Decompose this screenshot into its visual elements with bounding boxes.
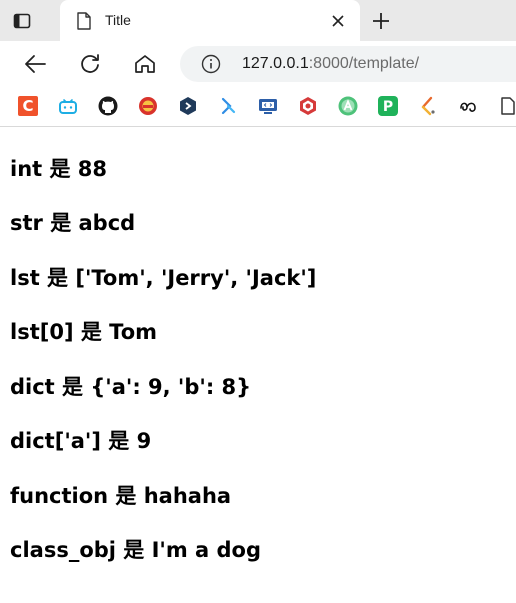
reload-button[interactable] xyxy=(77,51,103,77)
tab-active[interactable]: Title xyxy=(60,0,360,41)
back-button[interactable] xyxy=(22,51,48,77)
bookmark-shield-badge[interactable] xyxy=(137,95,159,117)
bookmark-blue-arrows[interactable] xyxy=(217,95,239,117)
address-bar[interactable]: 127.0.0.1:8000/template/ xyxy=(180,46,516,82)
tab-actions-button[interactable] xyxy=(8,9,36,33)
close-icon xyxy=(332,15,344,27)
browser-toolbar: 127.0.0.1:8000/template/ xyxy=(0,41,516,87)
lst-line: lst 是 ['Tom', 'Jerry', 'Jack'] xyxy=(10,266,317,290)
plus-icon xyxy=(373,13,389,29)
csdn-icon: C xyxy=(18,96,38,116)
reload-icon xyxy=(81,54,99,73)
tab-title: Title xyxy=(105,12,131,28)
tab-actions-icon xyxy=(13,13,31,29)
class-obj-line: class_obj 是 I'm a dog xyxy=(10,538,262,562)
page-icon xyxy=(501,97,515,115)
int-line: int 是 88 xyxy=(10,157,108,181)
home-icon xyxy=(135,55,155,73)
shield-badge-icon xyxy=(139,97,157,115)
script-symbol-icon xyxy=(460,102,476,112)
slash-colored-icon xyxy=(421,96,435,116)
github-icon xyxy=(98,96,118,116)
monitor-code-icon xyxy=(259,99,277,114)
bookmark-bilibili[interactable] xyxy=(57,95,79,117)
green-p-icon: P xyxy=(378,96,398,116)
url-text[interactable]: 127.0.0.1:8000/template/ xyxy=(242,55,419,73)
svg-text:P: P xyxy=(383,99,393,115)
bookmark-monitor-code[interactable] xyxy=(257,95,279,117)
str-line: str 是 abcd xyxy=(10,211,136,235)
site-info-icon[interactable] xyxy=(201,54,221,74)
dict-line: dict 是 {'a': 9, 'b': 8} xyxy=(10,375,252,399)
bookmark-green-circle-a[interactable] xyxy=(337,95,359,117)
bookmark-page[interactable] xyxy=(497,95,516,117)
new-tab-button[interactable] xyxy=(369,9,393,33)
page-favicon-icon xyxy=(77,12,91,30)
bookmarks-bar: C P xyxy=(0,87,516,127)
bilibili-icon xyxy=(59,99,77,114)
blue-arrows-icon xyxy=(221,97,236,115)
url-host: 127.0.0.1 xyxy=(242,55,309,72)
hexagon-code-icon xyxy=(180,97,196,115)
bookmark-red-hexagon[interactable] xyxy=(297,95,319,117)
svg-text:C: C xyxy=(22,97,33,115)
red-hexagon-icon xyxy=(300,97,316,115)
back-arrow-icon xyxy=(25,55,46,73)
function-line: function 是 hahaha xyxy=(10,484,232,508)
tab-close-button[interactable] xyxy=(328,11,348,31)
bookmark-hexagon-code[interactable] xyxy=(177,95,199,117)
green-circle-a-icon xyxy=(338,96,358,116)
bookmark-csdn[interactable]: C xyxy=(17,95,39,117)
bookmark-slash-colored[interactable] xyxy=(417,95,439,117)
bookmark-green-p[interactable]: P xyxy=(377,95,399,117)
lst-index-line: lst[0] 是 Tom xyxy=(10,320,158,344)
url-path: :8000/template/ xyxy=(308,55,420,72)
home-button[interactable] xyxy=(132,51,158,77)
bookmark-github[interactable] xyxy=(97,95,119,117)
bookmark-script-symbol[interactable] xyxy=(457,95,479,117)
dict-key-line: dict['a'] 是 9 xyxy=(10,429,152,453)
tab-strip: Title xyxy=(0,0,516,41)
